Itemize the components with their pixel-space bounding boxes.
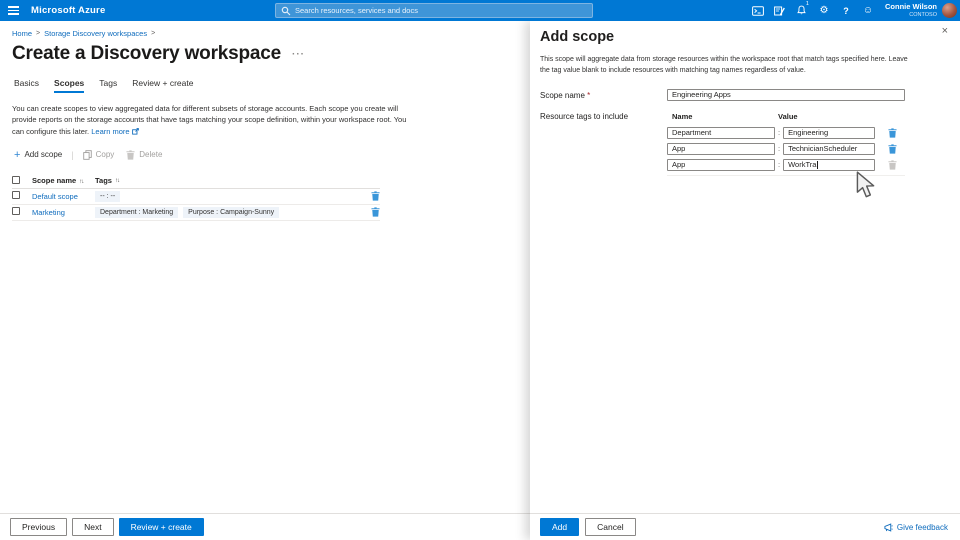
tag-chip: Department : Marketing	[95, 206, 179, 218]
tag-chip: -- : --	[95, 190, 121, 202]
copy-button: Copy	[82, 149, 114, 160]
close-icon[interactable]: ×	[942, 26, 948, 37]
tab-basics[interactable]: Basics	[14, 78, 39, 93]
search-input[interactable]	[295, 6, 565, 15]
table-header-row: Scope name ↑↓ Tags ↑↓	[12, 174, 380, 189]
copy-icon	[82, 149, 92, 160]
account-menu[interactable]: Connie Wilson CONTOSO	[884, 2, 957, 18]
delete-row-icon[interactable]	[371, 191, 380, 201]
grid-header-value: Value	[778, 111, 798, 121]
breadcrumb: Home > Storage Discovery workspaces >	[12, 29, 530, 38]
text-caret	[817, 160, 819, 169]
colon-separator: :	[778, 144, 781, 154]
help-icon[interactable]: ?	[835, 0, 857, 21]
external-link-icon	[131, 127, 139, 135]
panel-footer: Add Cancel Give feedback	[530, 513, 960, 540]
tab-review-create[interactable]: Review + create	[132, 78, 193, 93]
table-row: Default scope -- : --	[12, 189, 380, 205]
feedback-smiley-icon[interactable]: ☺	[857, 0, 879, 21]
breadcrumb-home[interactable]: Home	[12, 29, 32, 38]
add-button[interactable]: Add	[540, 518, 580, 536]
next-button[interactable]: Next	[72, 518, 114, 536]
plus-icon: +	[14, 148, 21, 161]
cloud-shell-icon[interactable]	[747, 0, 769, 21]
scope-link-default[interactable]: Default scope	[32, 192, 78, 201]
tab-tags[interactable]: Tags	[99, 78, 117, 93]
tag-row: :	[667, 126, 905, 139]
tag-row: : WorkTra	[667, 158, 905, 171]
delete-tag-icon[interactable]	[888, 128, 897, 138]
grid-header-name: Name	[672, 111, 693, 121]
wizard-tabs: Basics Scopes Tags Review + create	[14, 78, 530, 93]
grid-divider	[667, 174, 905, 176]
breadcrumb-workspaces[interactable]: Storage Discovery workspaces	[44, 29, 147, 38]
feedback-megaphone-icon	[884, 522, 893, 532]
scope-link-marketing[interactable]: Marketing	[32, 208, 65, 217]
scopes-table: Scope name ↑↓ Tags ↑↓ Default scope -- : -…	[12, 174, 380, 221]
tag-name-input[interactable]	[667, 126, 775, 139]
scopes-description: You can create scopes to view aggregated…	[12, 104, 407, 136]
required-asterisk: *	[587, 90, 591, 100]
scope-name-input[interactable]	[667, 88, 905, 101]
global-search[interactable]	[275, 3, 593, 18]
add-scope-button[interactable]: + Add scope	[14, 148, 62, 161]
tag-chip: Purpose : Campaign-Sunny	[183, 206, 280, 218]
column-header-scope-name[interactable]: Scope name ↑↓	[32, 176, 95, 185]
review-create-button[interactable]: Review + create	[118, 518, 204, 536]
more-options-icon[interactable]: ···	[292, 49, 305, 60]
row-checkbox[interactable]	[12, 207, 20, 216]
delete-tag-icon-disabled	[888, 160, 897, 170]
page-title: Create a Discovery workspace	[12, 43, 282, 64]
give-feedback-link[interactable]: Give feedback	[884, 523, 948, 532]
panel-description: This scope will aggregate data from stor…	[540, 56, 908, 74]
learn-more-link[interactable]: Learn more	[91, 127, 129, 136]
topbar-actions: 1 ⚙ ? ☺ Connie Wilson CONTOSO	[747, 0, 957, 21]
colon-separator: :	[778, 160, 781, 170]
column-header-tags[interactable]: Tags ↑↓	[95, 176, 366, 185]
row-checkbox[interactable]	[12, 191, 20, 200]
sort-icon: ↑↓	[114, 177, 120, 184]
delete-tag-icon[interactable]	[888, 144, 897, 154]
tag-row: :	[667, 142, 905, 155]
panel-title: Add scope	[540, 29, 615, 45]
wizard-footer: Previous Next Review + create	[0, 513, 530, 540]
command-bar: + Add scope | Copy Delete	[14, 148, 530, 161]
tag-value-input[interactable]	[783, 126, 876, 139]
scope-name-label: Scope name *	[540, 90, 591, 100]
user-name: Connie Wilson	[884, 2, 937, 12]
table-row: Marketing Department : Marketing Purpose…	[12, 205, 380, 221]
tag-value-input[interactable]	[783, 142, 876, 155]
trash-icon	[126, 150, 135, 160]
breadcrumb-separator: >	[151, 30, 156, 37]
gear-icon[interactable]: ⚙	[813, 0, 835, 21]
notification-badge: 1	[805, 1, 809, 7]
search-icon	[281, 6, 291, 15]
cancel-button[interactable]: Cancel	[585, 518, 636, 536]
brand-title[interactable]: Microsoft Azure	[31, 5, 105, 16]
tab-scopes[interactable]: Scopes	[54, 78, 85, 93]
resource-tags-label: Resource tags to include	[540, 111, 629, 121]
user-org: CONTOSO	[909, 11, 937, 18]
top-bar: Microsoft Azure 1 ⚙ ? ☺ Connie Wilson CO…	[0, 0, 960, 21]
tag-name-input[interactable]	[667, 158, 775, 171]
tag-name-input[interactable]	[667, 142, 775, 155]
tags-grid: Name Value : : : WorkTra	[667, 110, 905, 176]
hamburger-menu-icon[interactable]	[0, 0, 26, 21]
select-all-checkbox[interactable]	[12, 175, 20, 184]
delete-button: Delete	[126, 150, 162, 160]
tag-value-input[interactable]: WorkTra	[783, 158, 876, 171]
sort-icon: ↑↓	[79, 179, 84, 186]
add-scope-panel: × Add scope This scope will aggregate da…	[530, 21, 960, 540]
avatar[interactable]	[942, 3, 957, 18]
toolbar-divider: |	[71, 149, 74, 160]
previous-button[interactable]: Previous	[10, 518, 68, 536]
directory-filter-icon[interactable]	[769, 0, 791, 21]
notifications-bell-icon[interactable]: 1	[791, 0, 813, 21]
colon-separator: :	[778, 128, 781, 138]
breadcrumb-separator: >	[36, 30, 41, 37]
main-content: Home > Storage Discovery workspaces > Cr…	[0, 21, 530, 540]
delete-row-icon[interactable]	[371, 207, 380, 217]
